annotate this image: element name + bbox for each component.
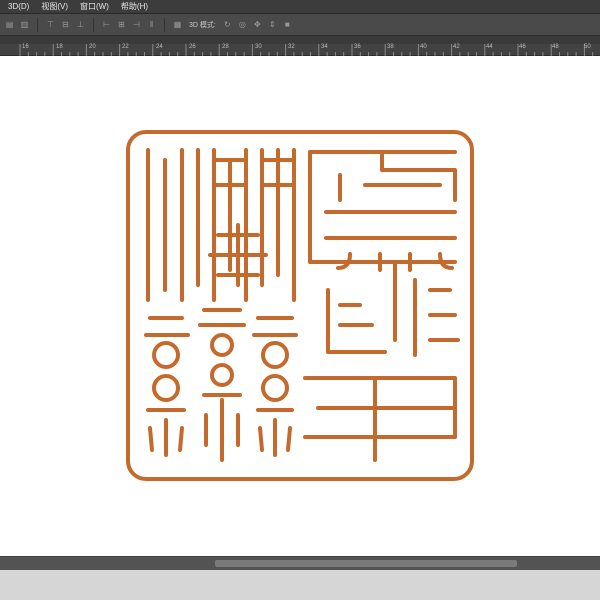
- ruler-label: 34: [321, 44, 328, 50]
- document-canvas[interactable]: [0, 56, 600, 556]
- ruler-label: 40: [420, 44, 427, 50]
- ruler-label: 16: [22, 44, 29, 50]
- menu-view[interactable]: 视图(V): [41, 1, 68, 12]
- horizontal-scrollbar[interactable]: [0, 556, 600, 570]
- video-icon[interactable]: ■: [283, 20, 292, 29]
- slide-3d-icon[interactable]: ⇕: [268, 20, 277, 29]
- divider: [37, 17, 38, 32]
- align-left-icon[interactable]: ▥: [20, 20, 29, 29]
- menu-help[interactable]: 帮助(H): [121, 1, 148, 12]
- auto-align-icon[interactable]: ▦: [173, 20, 182, 29]
- align-bottom-icon[interactable]: ⊥: [76, 20, 85, 29]
- ruler-label: 30: [255, 44, 262, 50]
- ruler-label: 44: [486, 44, 493, 50]
- align-top-icon[interactable]: ⊤: [46, 20, 55, 29]
- ruler-label: 32: [288, 44, 295, 50]
- ruler-label: 28: [222, 44, 229, 50]
- ruler-label: 42: [453, 44, 460, 50]
- distribute-center-icon[interactable]: ⊞: [117, 20, 126, 29]
- distribute-spacing-icon[interactable]: ‖: [147, 20, 156, 29]
- roll-3d-icon[interactable]: ◎: [238, 20, 247, 29]
- rotate-3d-icon[interactable]: ↻: [223, 20, 232, 29]
- options-bar: ▤ ▥ ⊤ ⊟ ⊥ ⊢ ⊞ ⊣ ‖ ▦ 3D 模式: ↻ ◎ ✥ ⇕ ■: [0, 14, 600, 36]
- status-area: [0, 570, 600, 600]
- align-middle-icon[interactable]: ⊟: [61, 20, 70, 29]
- move-tool-icon[interactable]: ▤: [5, 20, 14, 29]
- ruler-label: 26: [189, 44, 196, 50]
- document-tab-strip: [0, 36, 600, 44]
- 3d-mode-label: 3D 模式:: [189, 21, 216, 29]
- seal-artwork: [126, 130, 474, 481]
- horizontal-ruler: 16 18 20 22 24 26 28 30 32 34 36 38 40 4…: [0, 44, 600, 56]
- scrollbar-thumb[interactable]: [215, 560, 517, 567]
- menu-bar: 3D(D) 视图(V) 窗口(W) 帮助(H): [0, 0, 600, 14]
- divider: [93, 17, 94, 32]
- ruler-label: 46: [519, 44, 526, 50]
- ruler-label: 22: [122, 44, 129, 50]
- divider: [164, 17, 165, 32]
- ruler-label: 24: [156, 44, 163, 50]
- ruler-label: 18: [56, 44, 63, 50]
- ruler-label: 50: [584, 44, 591, 50]
- ruler-label: 38: [387, 44, 394, 50]
- distribute-right-icon[interactable]: ⊣: [132, 20, 141, 29]
- ruler-label: 36: [354, 44, 361, 50]
- ruler-label: 20: [89, 44, 96, 50]
- distribute-left-icon[interactable]: ⊢: [102, 20, 111, 29]
- menu-window[interactable]: 窗口(W): [80, 1, 109, 12]
- menu-3d[interactable]: 3D(D): [8, 2, 29, 11]
- drag-3d-icon[interactable]: ✥: [253, 20, 262, 29]
- ruler-label: 48: [552, 44, 559, 50]
